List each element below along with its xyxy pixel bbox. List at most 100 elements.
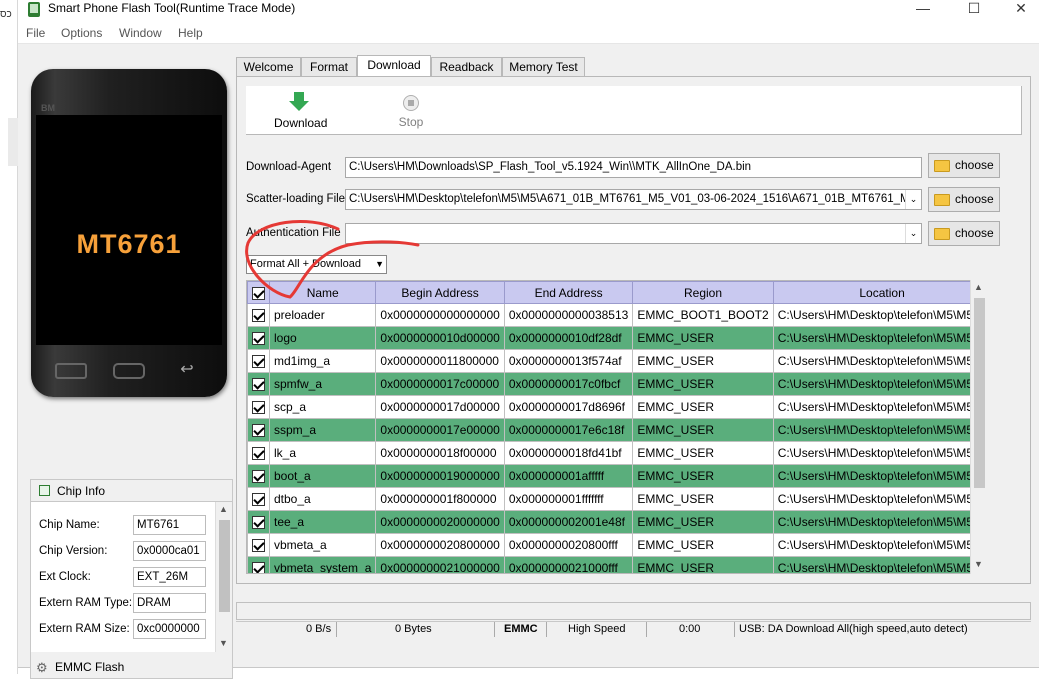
menu-file[interactable]: File	[26, 26, 45, 40]
status-bar: 0 B/s 0 Bytes EMMC High Speed 0:00 USB: …	[236, 621, 1031, 637]
table-row[interactable]: spmfw_a 0x0000000017c00000 0x0000000017c0f…	[247, 372, 985, 396]
scroll-thumb[interactable]	[974, 298, 985, 488]
auth-choose-button[interactable]: choose	[928, 221, 1000, 246]
chevron-down-icon[interactable]: ⌄	[905, 190, 921, 209]
status-divider	[546, 622, 547, 637]
row-checkbox[interactable]	[247, 418, 270, 442]
minimize-button[interactable]: —	[900, 0, 946, 22]
emmc-flash-label: EMMC Flash	[55, 660, 125, 674]
end-address-cell: 0x0000000017c0fbcf	[503, 372, 634, 396]
background-window-edge: כס	[0, 0, 18, 674]
download-button[interactable]: Download	[274, 92, 328, 130]
download-arrow-icon	[294, 92, 304, 101]
menu-bar: File Options Window Help	[18, 22, 1039, 44]
tab-format[interactable]: Format	[301, 57, 357, 77]
scroll-thumb[interactable]	[219, 520, 230, 612]
table-row[interactable]: vbmeta_a 0x0000000020800000 0x000000002080…	[247, 533, 985, 557]
tab-memory-test[interactable]: Memory Test	[502, 57, 585, 77]
table-row[interactable]: sspm_a 0x0000000017e00000 0x0000000017e6c1…	[247, 418, 985, 442]
table-scrollbar[interactable]: ▲ ▼	[970, 280, 987, 574]
download-agent-input[interactable]: C:\Users\HM\Downloads\SP_Flash_Tool_v5.1…	[345, 157, 922, 178]
scatter-choose-button[interactable]: choose	[928, 187, 1000, 212]
menu-options[interactable]: Options	[61, 26, 102, 40]
begin-address-cell: 0x0000000017c00000	[375, 372, 505, 396]
row-checkbox[interactable]	[247, 510, 270, 534]
table-row[interactable]: preloader 0x0000000000000000 0x00000000000…	[247, 303, 985, 327]
begin-address-cell: 0x000000001f800000	[375, 487, 505, 511]
begin-address-cell: 0x0000000010d00000	[375, 326, 505, 350]
dropdown-arrow-icon: ▼	[375, 259, 384, 269]
table-row[interactable]: vbmeta_system_a 0x0000000021000000 0x00000…	[247, 556, 985, 573]
row-checkbox[interactable]	[247, 556, 270, 573]
download-button-label: Download	[274, 116, 328, 130]
folder-icon	[934, 194, 950, 206]
tab-download[interactable]: Download	[357, 55, 431, 78]
table-row[interactable]: logo 0x0000000010d00000 0x0000000010df28df…	[247, 326, 985, 350]
row-checkbox[interactable]	[247, 326, 270, 350]
download-agent-choose-button[interactable]: choose	[928, 153, 1000, 178]
format-mode-select[interactable]: Format All + Download ▼	[246, 255, 387, 274]
auth-input[interactable]: ⌄	[345, 223, 922, 244]
scroll-down-icon[interactable]: ▼	[974, 559, 983, 569]
phone-chip-label: MT6761	[76, 229, 182, 259]
close-button[interactable]: ✕	[998, 0, 1039, 22]
status-bytes: 0 Bytes	[395, 623, 432, 635]
status-divider	[734, 622, 735, 637]
phone-home-icon	[113, 363, 145, 379]
partition-name-cell: md1img_a	[268, 349, 377, 373]
table-row[interactable]: scp_a 0x0000000017d00000 0x0000000017d8696…	[247, 395, 985, 419]
begin-address-cell: 0x0000000017d00000	[375, 395, 505, 419]
row-checkbox[interactable]	[247, 533, 270, 557]
table-row[interactable]: tee_a 0x0000000020000000 0x000000002001e48…	[247, 510, 985, 534]
menu-help[interactable]: Help	[178, 26, 203, 40]
download-agent-label: Download-Agent	[246, 161, 332, 173]
maximize-button[interactable]: ☐	[951, 0, 997, 22]
region-cell: EMMC_USER	[632, 533, 774, 557]
partition-name-cell: boot_a	[268, 464, 377, 488]
row-checkbox[interactable]	[247, 441, 270, 465]
tab-welcome[interactable]: Welcome	[236, 57, 301, 77]
row-checkbox[interactable]	[247, 303, 270, 327]
select-all-checkbox[interactable]	[247, 281, 270, 304]
scroll-up-icon[interactable]: ▲	[974, 282, 983, 292]
row-checkbox[interactable]	[247, 464, 270, 488]
location-cell: C:\Users\HM\Desktop\telefon\M5\M5\...	[772, 487, 985, 511]
chip-info-scrollbar[interactable]: ▲ ▼	[215, 502, 232, 652]
partition-name-cell: preloader	[268, 303, 377, 327]
table-row[interactable]: boot_a 0x0000000019000000 0x000000001affff…	[247, 464, 985, 488]
partition-table: Name Begin Address End Address Region Lo…	[246, 280, 986, 574]
begin-address-cell: 0x0000000019000000	[375, 464, 505, 488]
end-address-cell: 0x000000001afffff	[503, 464, 634, 488]
partition-name-cell: logo	[268, 326, 377, 350]
table-header-row: Name Begin Address End Address Region Lo…	[247, 281, 985, 304]
end-address-cell: 0x000000001fffffff	[503, 487, 634, 511]
chevron-down-icon[interactable]: ⌄	[905, 224, 921, 243]
row-checkbox[interactable]	[247, 487, 270, 511]
col-region[interactable]: Region	[632, 281, 774, 304]
phone-menu-icon	[55, 363, 87, 379]
table-row[interactable]: md1img_a 0x0000000011800000 0x0000000013f5…	[247, 349, 985, 373]
partition-name-cell: lk_a	[268, 441, 377, 465]
begin-address-cell: 0x0000000020800000	[375, 533, 505, 557]
col-location[interactable]: Location	[772, 281, 985, 304]
chip-info-title: Chip Info	[57, 484, 106, 498]
scroll-down-icon[interactable]: ▼	[219, 638, 228, 648]
scatter-input[interactable]: C:\Users\HM\Desktop\telefon\M5\M5\A671_0…	[345, 189, 922, 210]
table-row[interactable]: dtbo_a 0x000000001f800000 0x000000001fffff…	[247, 487, 985, 511]
col-name[interactable]: Name	[268, 281, 377, 304]
scroll-up-icon[interactable]: ▲	[219, 504, 228, 514]
folder-icon	[934, 228, 950, 240]
format-mode-value: Format All + Download	[250, 258, 361, 270]
row-checkbox[interactable]	[247, 349, 270, 373]
row-checkbox[interactable]	[247, 372, 270, 396]
status-divider	[336, 622, 337, 637]
col-begin-address[interactable]: Begin Address	[375, 281, 505, 304]
stop-button[interactable]: Stop	[391, 92, 431, 129]
partition-name-cell: tee_a	[268, 510, 377, 534]
tab-readback[interactable]: Readback	[431, 57, 502, 77]
col-end-address[interactable]: End Address	[503, 281, 634, 304]
chip-info-icon	[39, 485, 50, 496]
row-checkbox[interactable]	[247, 395, 270, 419]
table-row[interactable]: lk_a 0x0000000018f00000 0x0000000018fd41bf…	[247, 441, 985, 465]
menu-window[interactable]: Window	[119, 26, 162, 40]
